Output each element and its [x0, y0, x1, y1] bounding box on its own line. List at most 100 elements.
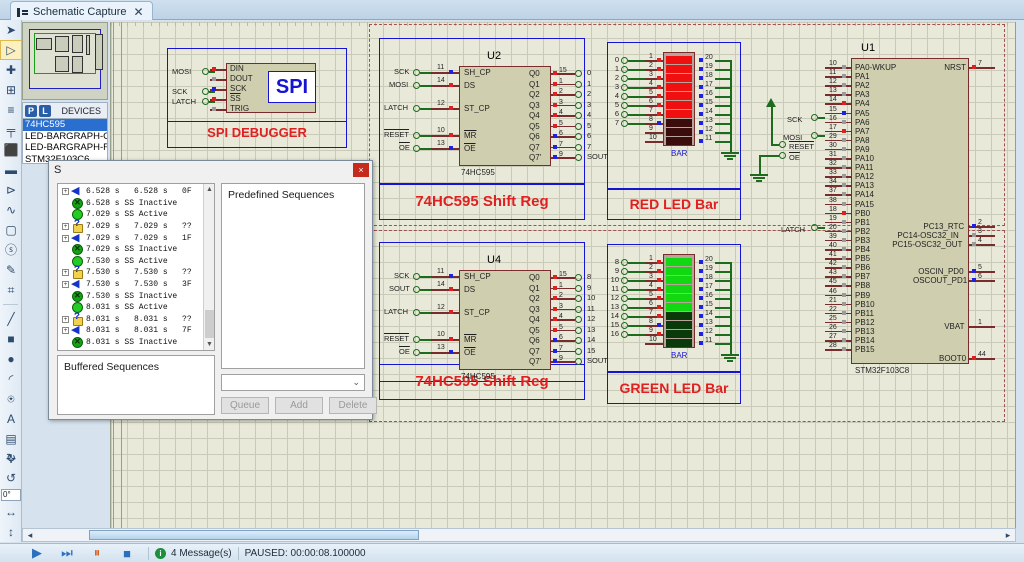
pick-device-button[interactable]: P	[25, 104, 37, 117]
devices-list[interactable]: 74HC595LED-BARGRAPH-GRNLED-BARGRAPH-REDS…	[22, 118, 108, 164]
symbol-tool[interactable]: ▤	[0, 429, 22, 449]
net-terminal[interactable]	[575, 154, 582, 161]
box-tool[interactable]: ■	[0, 329, 22, 349]
junction-dot-tool[interactable]: ✚	[0, 60, 22, 80]
net-terminal[interactable]	[575, 80, 582, 88]
tree-expand-icon[interactable]: +	[62, 281, 69, 289]
text-script-tool[interactable]: ≡	[0, 100, 22, 120]
spi-debugger-dialog[interactable]: S × +6.528 s 6.528 s 0F6.528 s SS Inacti…	[48, 160, 377, 420]
net-terminal[interactable]	[413, 105, 420, 112]
tree-expand-icon[interactable]: +	[62, 327, 69, 335]
net-terminal[interactable]	[575, 143, 582, 151]
net-terminal[interactable]	[413, 82, 420, 89]
device-item-1[interactable]: LED-BARGRAPH-GRN	[23, 131, 107, 143]
net-terminal[interactable]	[413, 336, 420, 343]
sequence-combo[interactable]: ⌄	[221, 374, 365, 391]
queue-button[interactable]: Queue	[221, 397, 269, 414]
rotate-anticlockwise-button[interactable]: ↺	[0, 468, 22, 488]
bus-tool[interactable]: ╤	[0, 120, 22, 140]
log-scroll-thumb[interactable]	[205, 310, 214, 338]
overview-preview-panel[interactable]	[22, 22, 108, 100]
log-vertical-scrollbar[interactable]: ▲ ▼	[203, 184, 214, 350]
green-bar-caption-block[interactable]: GREEN LED Bar	[607, 372, 741, 404]
device-item-0[interactable]: 74HC595	[23, 119, 107, 131]
net-terminal[interactable]	[621, 313, 628, 320]
step-simulation-button[interactable]: ⏭	[52, 544, 82, 562]
log-row[interactable]: 7.530 s SS Inactive	[58, 290, 203, 302]
log-row[interactable]: +6.528 s 6.528 s 0F	[58, 184, 203, 198]
input-terminal[interactable]	[202, 98, 209, 105]
tree-expand-icon[interactable]: +	[62, 223, 69, 231]
log-scroll-up-icon[interactable]: ▲	[204, 184, 214, 195]
net-terminal[interactable]	[413, 309, 420, 316]
net-terminal[interactable]	[811, 224, 818, 231]
net-terminal[interactable]	[621, 120, 628, 127]
input-terminal[interactable]	[202, 88, 209, 95]
net-terminal[interactable]	[413, 69, 420, 76]
log-row[interactable]: +8.031 s 8.031 s 7F	[58, 323, 203, 337]
log-scroll-down-icon[interactable]: ▼	[204, 339, 214, 350]
close-icon[interactable]: ✕	[134, 5, 144, 19]
device-item-2[interactable]: LED-BARGRAPH-RED	[23, 142, 107, 154]
log-row[interactable]: 7.029 s SS Inactive	[58, 244, 203, 256]
net-terminal[interactable]	[575, 274, 582, 281]
log-row[interactable]: 8.031 s SS Inactive	[58, 337, 203, 349]
net-terminal[interactable]	[779, 152, 786, 159]
net-terminal[interactable]	[575, 122, 582, 130]
component-mode-tool[interactable]: ▷	[0, 40, 22, 60]
generator-mode-tool[interactable]: ⓢ	[0, 240, 22, 260]
pause-simulation-button[interactable]: ⏸	[82, 544, 112, 562]
net-terminal[interactable]	[575, 326, 582, 334]
net-terminal[interactable]	[575, 70, 582, 77]
rotate-clockwise-button[interactable]: ↻	[0, 448, 22, 468]
predefined-sequences-list[interactable]: Predefined Sequences	[221, 183, 365, 369]
net-terminal[interactable]	[575, 284, 582, 292]
net-terminal[interactable]	[621, 259, 628, 266]
sequence-log-list[interactable]: +6.528 s 6.528 s 0F6.528 s SS Inactive 7.…	[57, 183, 215, 351]
voltage-probe-tool[interactable]: ✎	[0, 260, 22, 280]
net-terminal[interactable]	[811, 114, 818, 121]
net-terminal[interactable]	[621, 331, 628, 338]
net-terminal[interactable]	[779, 141, 786, 148]
net-terminal[interactable]	[621, 322, 628, 329]
message-count[interactable]: 4 Message(s)	[171, 548, 232, 559]
net-terminal[interactable]	[413, 132, 420, 139]
spi-debugger-block[interactable]: SPI DEBUGGER SPI DIN DOUT SCK SS TRIG MOSI SCK…	[167, 48, 347, 148]
tree-expand-icon[interactable]: +	[62, 269, 69, 277]
log-row[interactable]: +7.029 s 7.029 s 1F	[58, 231, 203, 245]
net-terminal[interactable]	[575, 316, 582, 323]
log-row[interactable]: +7.029 s 7.029 s ??	[58, 219, 203, 234]
log-row[interactable]: +7.530 s 7.530 s ??	[58, 265, 203, 280]
net-terminal[interactable]	[413, 349, 420, 356]
tab-schematic-capture[interactable]: Schematic Capture ✕	[10, 1, 153, 20]
net-terminal[interactable]	[413, 145, 420, 152]
net-terminal[interactable]	[575, 112, 582, 119]
wire-label-tool[interactable]: ⊞	[0, 80, 22, 100]
input-terminal[interactable]	[202, 68, 209, 75]
tape-recorder-tool[interactable]: ▢	[0, 220, 22, 240]
net-terminal[interactable]	[413, 273, 420, 280]
net-terminal[interactable]	[575, 295, 582, 302]
delete-button[interactable]: Delete	[329, 397, 377, 414]
add-button[interactable]: Add	[275, 397, 323, 414]
log-row[interactable]: +7.530 s 7.530 s 3F	[58, 277, 203, 291]
stop-simulation-button[interactable]: ■	[112, 544, 142, 562]
subcircuit-tool[interactable]: ⬛	[0, 140, 22, 160]
net-terminal[interactable]	[621, 57, 628, 64]
net-terminal[interactable]	[575, 347, 582, 355]
net-terminal[interactable]	[621, 93, 628, 100]
net-terminal[interactable]	[575, 133, 582, 140]
net-terminal[interactable]	[621, 102, 628, 109]
device-pins-tool[interactable]: ⊳	[0, 180, 22, 200]
net-terminal[interactable]	[575, 91, 582, 98]
log-row[interactable]: 6.528 s SS Inactive	[58, 197, 203, 210]
dialog-close-icon[interactable]: ×	[353, 163, 369, 177]
chevron-down-icon[interactable]: ⌄	[352, 377, 360, 388]
text-tool[interactable]: A	[0, 409, 22, 429]
net-terminal[interactable]	[621, 286, 628, 293]
net-terminal[interactable]	[621, 277, 628, 284]
path-tool[interactable]: ⍟	[0, 389, 22, 409]
net-terminal[interactable]	[413, 286, 420, 293]
net-terminal[interactable]	[575, 358, 582, 365]
log-row[interactable]: +8.031 s 8.031 s ??	[58, 312, 203, 326]
